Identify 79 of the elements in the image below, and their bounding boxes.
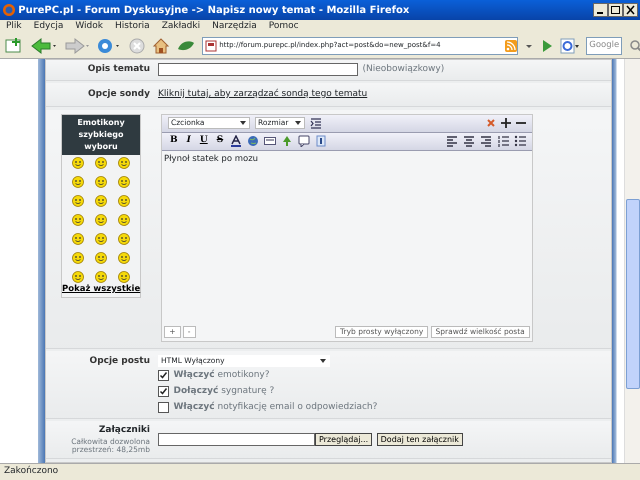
- smiley-icon[interactable]: [72, 194, 84, 207]
- smiley-icon[interactable]: [94, 252, 107, 264]
- field-label: Opcje sondy: [86, 88, 151, 101]
- smiley-icon[interactable]: [118, 270, 130, 283]
- checkbox-label: Włączyć notyfikację email o odpowiedziach?: [174, 400, 378, 414]
- align-left-icon[interactable]: [446, 135, 458, 147]
- smiley-icon[interactable]: [72, 232, 84, 245]
- menu-item[interactable]: Historia: [114, 20, 150, 34]
- globe-icon[interactable]: [247, 135, 260, 147]
- file-field[interactable]: [158, 433, 315, 446]
- smiley-icon[interactable]: [118, 176, 130, 188]
- format-button[interactable]: U: [198, 134, 210, 148]
- browse-button[interactable]: Przeglądaj...: [315, 433, 372, 446]
- format-button[interactable]: B: [168, 134, 180, 148]
- home-icon[interactable]: [152, 36, 170, 54]
- smiley-icon[interactable]: [72, 156, 84, 169]
- smiley-icon[interactable]: [72, 252, 84, 264]
- code-icon[interactable]: [315, 135, 328, 147]
- field-label: Załączniki: [98, 424, 150, 438]
- page-icon: [205, 40, 217, 52]
- format-button[interactable]: I: [184, 134, 193, 148]
- smiley-icon[interactable]: [118, 194, 130, 207]
- smiley-icon[interactable]: [94, 270, 107, 283]
- field-label: Opis tematu: [86, 63, 151, 76]
- status-text: Zakończono: [4, 465, 58, 478]
- checkbox-label: Dołączyć sygnaturę ?: [174, 384, 274, 398]
- back-arrow-icon[interactable]: [30, 36, 58, 54]
- menu-item[interactable]: Widok: [75, 20, 103, 34]
- close-icon[interactable]: [623, 3, 638, 17]
- smiley-icon[interactable]: [118, 214, 130, 226]
- search-field[interactable]: Google: [586, 36, 622, 54]
- menu-item[interactable]: Zakładki: [162, 20, 200, 34]
- minimize-icon[interactable]: [593, 3, 608, 17]
- smiley-icon[interactable]: [94, 232, 107, 245]
- optional-note: (Nieobowiązkowy): [362, 63, 444, 76]
- smiley-icon[interactable]: [72, 270, 84, 283]
- menu-item[interactable]: Pomoc: [268, 20, 299, 34]
- checkbox[interactable]: [158, 402, 169, 413]
- format-button[interactable]: S: [214, 134, 226, 148]
- checkbox-label: Włączyć emotikony?: [174, 369, 270, 382]
- quote-icon[interactable]: [298, 135, 310, 147]
- scrollbar-thumb[interactable]: [626, 199, 640, 389]
- smiley-icon[interactable]: [94, 194, 107, 207]
- numbered-list-icon[interactable]: [497, 135, 509, 147]
- smiley-icon[interactable]: [118, 156, 130, 169]
- menu-item[interactable]: Plik: [6, 20, 22, 34]
- smiley-icon[interactable]: [94, 156, 107, 169]
- align-right-icon[interactable]: [480, 135, 492, 147]
- plus-icon[interactable]: [501, 118, 511, 128]
- show-all-link[interactable]: Pokaż wszystkie: [62, 282, 140, 296]
- dropdown-arrow-icon: [319, 356, 327, 365]
- smiley-icon[interactable]: [72, 176, 84, 188]
- checkbox[interactable]: [158, 370, 169, 382]
- add-attachment-button[interactable]: Dodaj ten załącznik: [376, 433, 463, 446]
- bullet-list-icon[interactable]: [514, 135, 526, 147]
- topic-description-field[interactable]: [158, 63, 358, 76]
- menu-item[interactable]: Edycja: [34, 20, 64, 34]
- field-label: Opcje postu: [88, 354, 151, 368]
- poll-link[interactable]: Kliknij tutaj, aby zarządzać sondą tego tematu: [158, 88, 368, 102]
- maximize-icon[interactable]: [608, 3, 623, 17]
- dropdown-arrow-icon: [294, 119, 302, 127]
- search-engine-icon[interactable]: [560, 36, 580, 54]
- indent-icon[interactable]: [310, 117, 322, 129]
- window-title: PurePC.pl - Forum Dyskusyjne -> Napisz nowy temat - Mozilla Firefox: [18, 4, 410, 18]
- smiley-icon[interactable]: [72, 214, 84, 226]
- dropdown-arrow-icon: [239, 119, 247, 127]
- remove-format-icon[interactable]: [486, 118, 496, 128]
- align-center-icon[interactable]: [463, 135, 475, 147]
- panel-title: Emotikony szybkiego wyboru: [62, 114, 140, 154]
- smiley-icon[interactable]: [118, 252, 130, 264]
- smiley-icon[interactable]: [94, 176, 107, 188]
- text-color-icon[interactable]: [230, 135, 242, 147]
- smiley-icon[interactable]: [118, 232, 130, 245]
- smiley-icon[interactable]: [94, 214, 107, 226]
- search-placeholder: Google: [589, 39, 620, 52]
- image-icon[interactable]: [264, 135, 276, 147]
- menu-item[interactable]: Narzędzia: [212, 20, 257, 34]
- checkbox[interactable]: [158, 386, 169, 397]
- post-text-area[interactable]: Płynoł statek po mozu: [164, 154, 258, 164]
